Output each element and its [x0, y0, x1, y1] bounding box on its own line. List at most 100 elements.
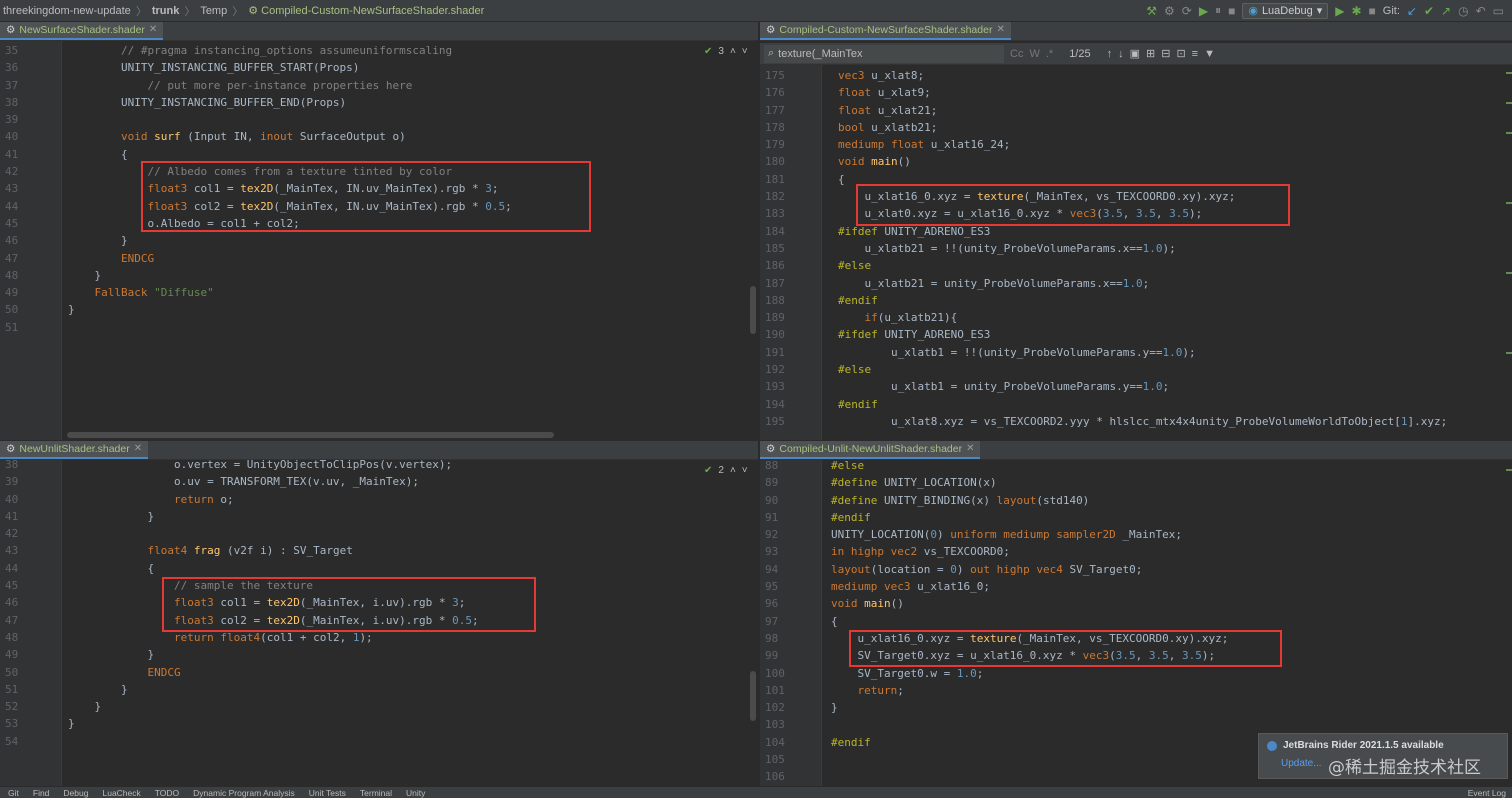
code-line[interactable]: 90 #define UNITY_BINDING(x) layout(std140…: [760, 492, 1502, 509]
pause-icon[interactable]: ⏸: [1215, 3, 1221, 18]
breadcrumb-file[interactable]: ⚙ Compiled-Custom-NewSurfaceShader.shade…: [245, 4, 487, 17]
code-line[interactable]: 37 // put more per-instance properties h…: [0, 77, 748, 94]
select-all-icon[interactable]: ▣: [1130, 47, 1140, 60]
reload-icon[interactable]: ⟳: [1182, 4, 1192, 18]
code-line[interactable]: 178 bool u_xlatb21;: [760, 119, 1502, 136]
code-line[interactable]: 94 layout(location = 0) out highp vec4 SV…: [760, 561, 1502, 578]
code-line[interactable]: 50}: [0, 301, 748, 318]
remove-selection-icon[interactable]: ⊟: [1161, 47, 1170, 60]
run-config-icon[interactable]: ▶: [1335, 4, 1344, 18]
code-line[interactable]: 192 #else: [760, 361, 1502, 378]
tool-terminal[interactable]: Terminal: [360, 788, 392, 798]
tab-compiled-surface-shader[interactable]: ⚙ Compiled-Custom-NewSurfaceShader.shader…: [760, 22, 1011, 40]
code-line[interactable]: 38 o.vertex = UnityObjectToClipPos(v.ver…: [0, 456, 748, 473]
code-line[interactable]: 39: [0, 111, 748, 128]
code-line[interactable]: 191 u_xlatb1 = !!(unity_ProbeVolumeParam…: [760, 344, 1502, 361]
code-line[interactable]: 195 u_xlat8.xyz = vs_TEXCOORD2.yyy * hls…: [760, 413, 1502, 430]
multi-select-icon[interactable]: ⊡: [1176, 47, 1185, 60]
code-line[interactable]: 50 ENDCG: [0, 664, 748, 681]
code-line[interactable]: 92 UNITY_LOCATION(0) uniform mediump samp…: [760, 526, 1502, 543]
code-line[interactable]: 91 #endif: [760, 509, 1502, 526]
code-line[interactable]: 52 }: [0, 698, 748, 715]
tool-event-log[interactable]: Event Log: [1468, 788, 1512, 798]
run-config-select[interactable]: ◉ LuaDebug ▾: [1242, 2, 1329, 19]
tool-dynamic-program-analysis[interactable]: Dynamic Program Analysis: [193, 788, 295, 798]
code-line[interactable]: 189 if(u_xlatb21){: [760, 309, 1502, 326]
breadcrumb-project[interactable]: threekingdom-new-update: [0, 5, 134, 17]
rollback-icon[interactable]: ↶: [1476, 4, 1486, 18]
code-line[interactable]: 89 #define UNITY_LOCATION(x): [760, 474, 1502, 491]
code-line[interactable]: 188 #endif: [760, 292, 1502, 309]
add-selection-icon[interactable]: ⊞: [1146, 47, 1155, 60]
bug-icon[interactable]: ✱: [1351, 4, 1361, 18]
breadcrumb-temp[interactable]: Temp: [197, 5, 230, 17]
close-icon[interactable]: ✕: [134, 443, 142, 454]
code-line[interactable]: 102}: [760, 699, 1502, 716]
run-icon[interactable]: ▶: [1199, 4, 1208, 18]
breadcrumb-trunk[interactable]: trunk: [149, 5, 183, 17]
hammer-icon[interactable]: ⚒: [1146, 4, 1157, 18]
code-line[interactable]: 53}: [0, 715, 748, 732]
code-line[interactable]: 38 UNITY_INSTANCING_BUFFER_END(Props): [0, 94, 748, 111]
tool-todo[interactable]: TODO: [155, 788, 179, 798]
code-line[interactable]: 40 return o;: [0, 491, 748, 508]
tab-new-surface-shader[interactable]: ⚙ NewSurfaceShader.shader ✕: [0, 22, 164, 40]
match-case-icon[interactable]: Cc: [1010, 48, 1023, 60]
code-line[interactable]: 185 u_xlatb21 = !!(unity_ProbeVolumePara…: [760, 240, 1502, 257]
code-line[interactable]: 179 mediump float u_xlat16_24;: [760, 136, 1502, 153]
code-line[interactable]: 36 UNITY_INSTANCING_BUFFER_START(Props): [0, 59, 748, 76]
code-line[interactable]: 47 ENDCG: [0, 250, 748, 267]
code-line[interactable]: 46 }: [0, 232, 748, 249]
code-line[interactable]: 103: [760, 716, 1502, 733]
close-icon[interactable]: ✕: [149, 24, 157, 35]
code-line[interactable]: 187 u_xlatb21 = unity_ProbeVolumeParams.…: [760, 275, 1502, 292]
search-input[interactable]: ⌕ texture(_MainTex: [764, 44, 1004, 63]
code-line[interactable]: 177 float u_xlat21;: [760, 102, 1502, 119]
stop-icon[interactable]: ■: [1228, 4, 1235, 18]
code-line[interactable]: 95 mediump vec3 u_xlat16_0;: [760, 578, 1502, 595]
code-line[interactable]: 51 }: [0, 681, 748, 698]
code-line[interactable]: 35 // #pragma instancing_options assumeu…: [0, 42, 748, 59]
tool-debug[interactable]: Debug: [63, 788, 88, 798]
vertical-scrollbar[interactable]: [750, 286, 756, 334]
settings-icon[interactable]: ▭: [1493, 4, 1504, 18]
code-line[interactable]: 93 in highp vec2 vs_TEXCOORD0;: [760, 543, 1502, 560]
code-line[interactable]: 88 #else: [760, 457, 1502, 474]
next-match-icon[interactable]: ↓: [1118, 48, 1124, 60]
code-line[interactable]: 54: [0, 733, 748, 750]
code-line[interactable]: 176 float u_xlat9;: [760, 84, 1502, 101]
previous-match-icon[interactable]: ↑: [1107, 48, 1113, 60]
code-line[interactable]: 194 #endif: [760, 396, 1502, 413]
tool-luacheck[interactable]: LuaCheck: [102, 788, 140, 798]
code-line[interactable]: 96 void main(): [760, 595, 1502, 612]
horizontal-scrollbar[interactable]: [67, 432, 554, 438]
code-line[interactable]: 180 void main(): [760, 153, 1502, 170]
git-push-icon[interactable]: ↗: [1441, 4, 1451, 18]
close-icon[interactable]: ✕: [966, 443, 974, 454]
code-line[interactable]: 51: [0, 319, 748, 336]
attach-icon[interactable]: ⚙: [1164, 4, 1175, 18]
code-line[interactable]: 175 vec3 u_xlat8;: [760, 67, 1502, 84]
code-line[interactable]: 39 o.uv = TRANSFORM_TEX(v.uv, _MainTex);: [0, 473, 748, 490]
code-line[interactable]: 41 }: [0, 508, 748, 525]
tool-unit-tests[interactable]: Unit Tests: [309, 788, 346, 798]
whole-word-icon[interactable]: W: [1029, 48, 1039, 60]
code-line[interactable]: 49 }: [0, 646, 748, 663]
code-line[interactable]: 186 #else: [760, 257, 1502, 274]
tool-find[interactable]: Find: [33, 788, 50, 798]
code-line[interactable]: 193 u_xlatb1 = unity_ProbeVolumeParams.y…: [760, 378, 1502, 395]
code-line[interactable]: 97 {: [760, 613, 1502, 630]
tool-unity[interactable]: Unity: [406, 788, 425, 798]
code-line[interactable]: 100 SV_Target0.w = 1.0;: [760, 665, 1502, 682]
history-icon[interactable]: ◷: [1458, 4, 1468, 18]
code-line[interactable]: 49 FallBack "Diffuse": [0, 284, 748, 301]
code-line[interactable]: 44 {: [0, 560, 748, 577]
close-icon[interactable]: ✕: [996, 24, 1004, 35]
options-icon[interactable]: ≡: [1192, 48, 1198, 60]
filter-icon[interactable]: ▼: [1204, 48, 1215, 60]
git-commit-icon[interactable]: ✔: [1424, 4, 1434, 18]
code-line[interactable]: 43 float4 frag (v2f i) : SV_Target: [0, 542, 748, 559]
code-line[interactable]: 40 void surf (Input IN, inout SurfaceOut…: [0, 128, 748, 145]
git-update-icon[interactable]: ↙: [1407, 4, 1417, 18]
vertical-scrollbar[interactable]: [750, 671, 756, 721]
